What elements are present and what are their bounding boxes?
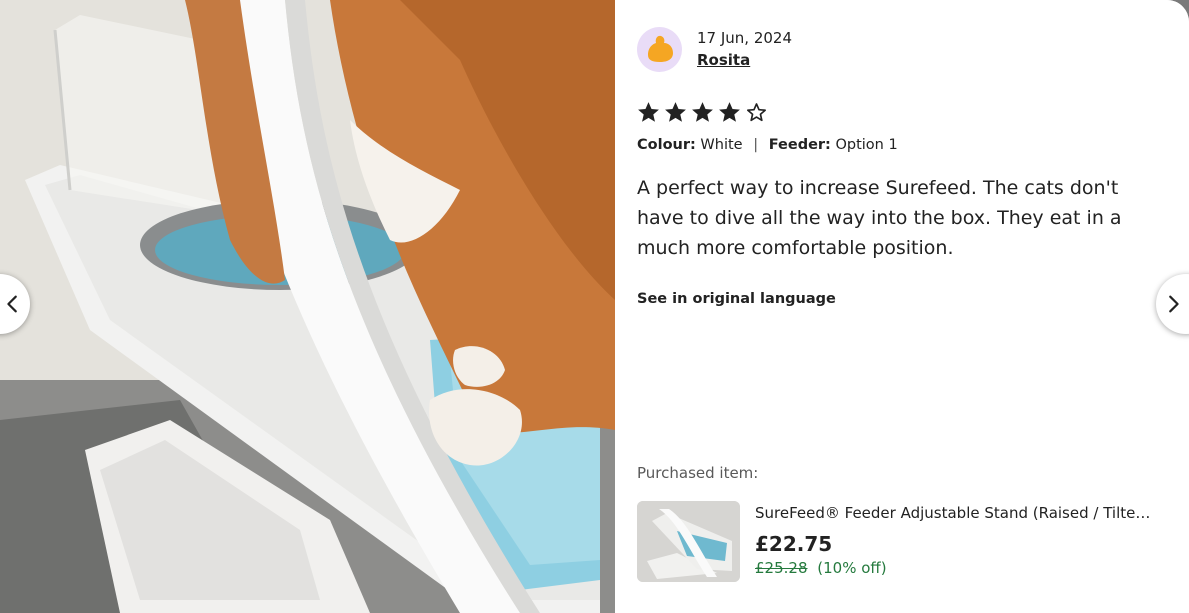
review-variations: Colour: White | Feeder: Option 1 <box>637 137 898 153</box>
product-title-link[interactable]: SureFeed® Feeder Adjustable Stand (Raise… <box>755 504 1167 522</box>
chevron-left-icon <box>7 295 17 313</box>
review-date: 17 Jun, 2024 <box>697 29 793 47</box>
review-photo-illustration <box>0 0 615 613</box>
price-discount-row: £25.28 (10% off) <box>755 559 887 577</box>
star-filled-icon <box>638 102 659 122</box>
avatar-icon <box>648 35 673 62</box>
purchased-item-label: Purchased item: <box>637 464 759 482</box>
product-price: £22.75 <box>755 532 833 556</box>
reviewer-name-link[interactable]: Rosita <box>697 51 750 69</box>
feeder-label: Feeder: <box>768 137 831 153</box>
discount-percent: (10% off) <box>817 559 887 577</box>
reviewer-avatar[interactable] <box>637 27 682 72</box>
product-thumbnail[interactable] <box>637 501 740 582</box>
review-text: A perfect way to increase Surefeed. The … <box>637 177 1122 259</box>
variation-separator: | <box>753 137 759 153</box>
star-filled-icon <box>665 102 686 122</box>
chevron-right-icon <box>1169 295 1179 313</box>
star-filled-icon <box>719 102 740 122</box>
original-price: £25.28 <box>755 559 808 577</box>
star-empty-icon <box>747 103 766 122</box>
review-modal: 17 Jun, 2024 Rosita Colour: White | Feed… <box>0 0 1189 613</box>
review-photo <box>0 0 615 613</box>
see-original-language-link[interactable]: See in original language <box>637 291 836 307</box>
colour-value: White <box>700 137 743 153</box>
feeder-value: Option 1 <box>835 137 898 153</box>
colour-label: Colour: <box>637 137 696 153</box>
product-thumbnail-image <box>637 501 740 582</box>
review-details-panel: 17 Jun, 2024 Rosita Colour: White | Feed… <box>615 0 1189 613</box>
rating-stars <box>636 100 769 125</box>
star-filled-icon <box>692 102 713 122</box>
